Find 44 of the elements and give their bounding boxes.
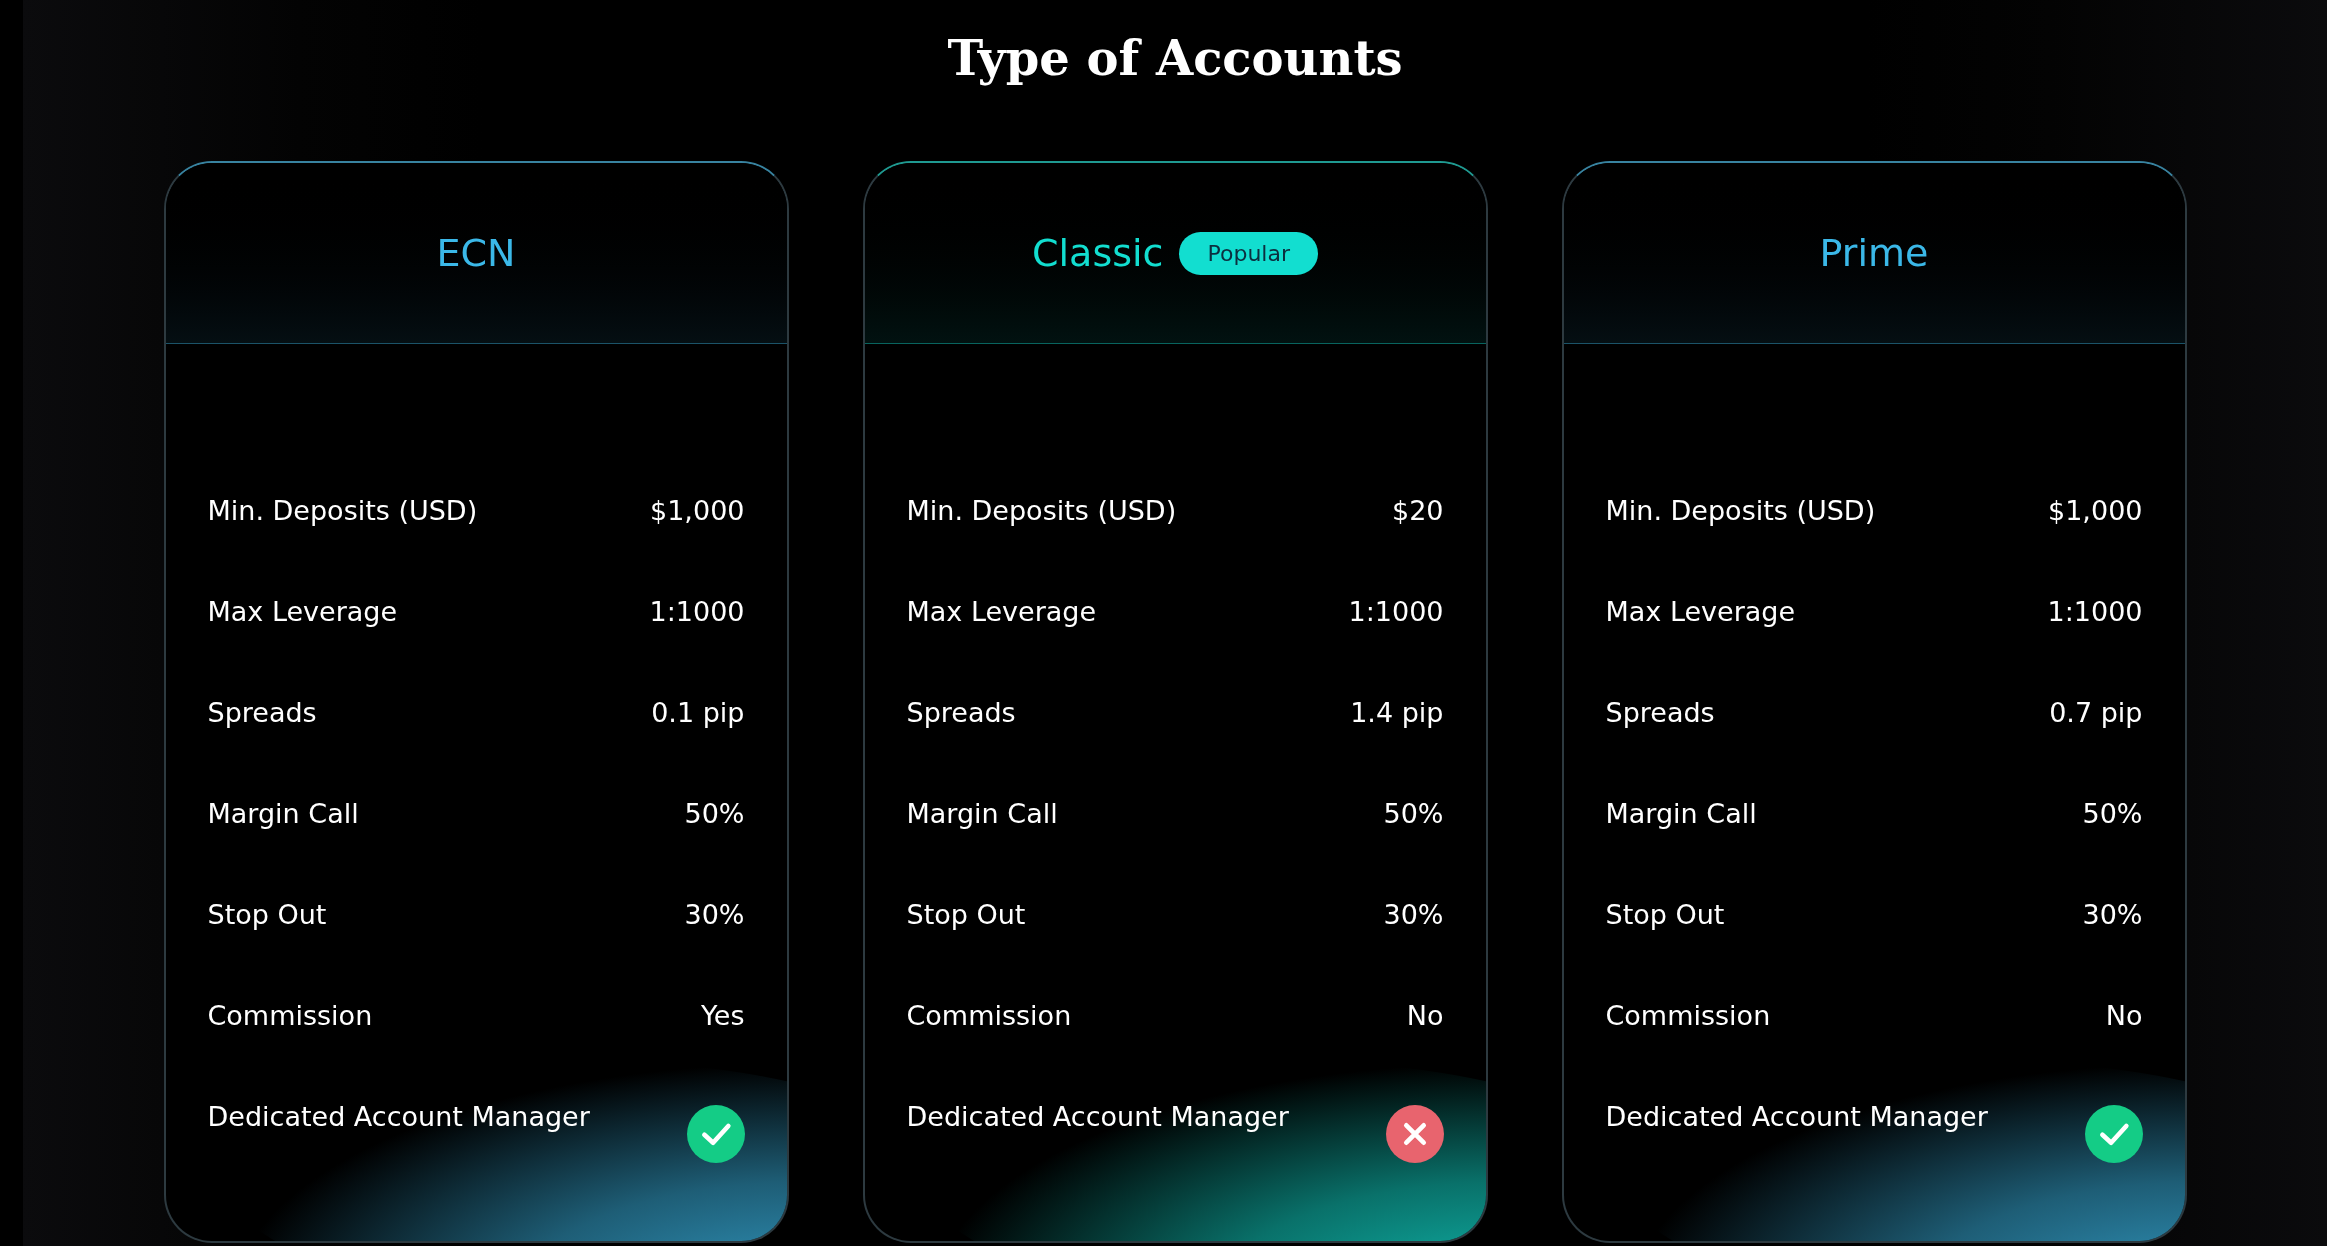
row-label: Min. Deposits (USD) <box>1605 494 1876 528</box>
row-value: 50% <box>1383 797 1444 831</box>
row-value: 50% <box>684 797 745 831</box>
row-value: 30% <box>684 898 745 932</box>
row-label: Dedicated Account Manager <box>1605 1100 1988 1134</box>
row-label: Max Leverage <box>1605 595 1796 629</box>
row-label: Dedicated Account Manager <box>207 1100 590 1134</box>
row-label: Max Leverage <box>207 595 398 629</box>
row-value: No <box>1406 999 1444 1033</box>
row-label: Margin Call <box>207 797 359 831</box>
row-value: 1:1000 <box>2047 595 2143 629</box>
row-label: Spreads <box>207 696 317 730</box>
row-value: 50% <box>2082 797 2143 831</box>
row-value: 1.4 pip <box>1350 696 1444 730</box>
account-name: ECN <box>436 231 516 275</box>
row-value: 1:1000 <box>649 595 745 629</box>
row-label: Margin Call <box>906 797 1058 831</box>
row-value: 0.1 pip <box>651 696 745 730</box>
row-label: Commission <box>1605 999 1771 1033</box>
row-label: Max Leverage <box>906 595 1097 629</box>
account-name: Classic <box>1032 231 1164 275</box>
row-label: Stop Out <box>207 898 327 932</box>
row-label: Spreads <box>906 696 1016 730</box>
row-label: Min. Deposits (USD) <box>207 494 478 528</box>
row-label: Commission <box>207 999 373 1033</box>
row-label: Min. Deposits (USD) <box>906 494 1177 528</box>
row-value: Yes <box>700 999 745 1033</box>
popular-badge: Popular <box>1179 231 1318 275</box>
row-value: 0.7 pip <box>2049 696 2143 730</box>
row-label: Margin Call <box>1605 797 1757 831</box>
row-label: Dedicated Account Manager <box>906 1100 1289 1134</box>
row-label: Stop Out <box>906 898 1026 932</box>
row-value: 1:1000 <box>1348 595 1444 629</box>
account-name: Prime <box>1819 231 1929 275</box>
section-title: Type of Accounts <box>947 30 1403 88</box>
row-label: Spreads <box>1605 696 1715 730</box>
row-value: No <box>2105 999 2143 1033</box>
row-value: $1,000 <box>2048 494 2143 528</box>
row-value: 30% <box>1383 898 1444 932</box>
row-value: 30% <box>2082 898 2143 932</box>
row-label: Stop Out <box>1605 898 1725 932</box>
row-value: $20 <box>1391 494 1444 528</box>
row-label: Commission <box>906 999 1072 1033</box>
row-value: $1,000 <box>650 494 745 528</box>
